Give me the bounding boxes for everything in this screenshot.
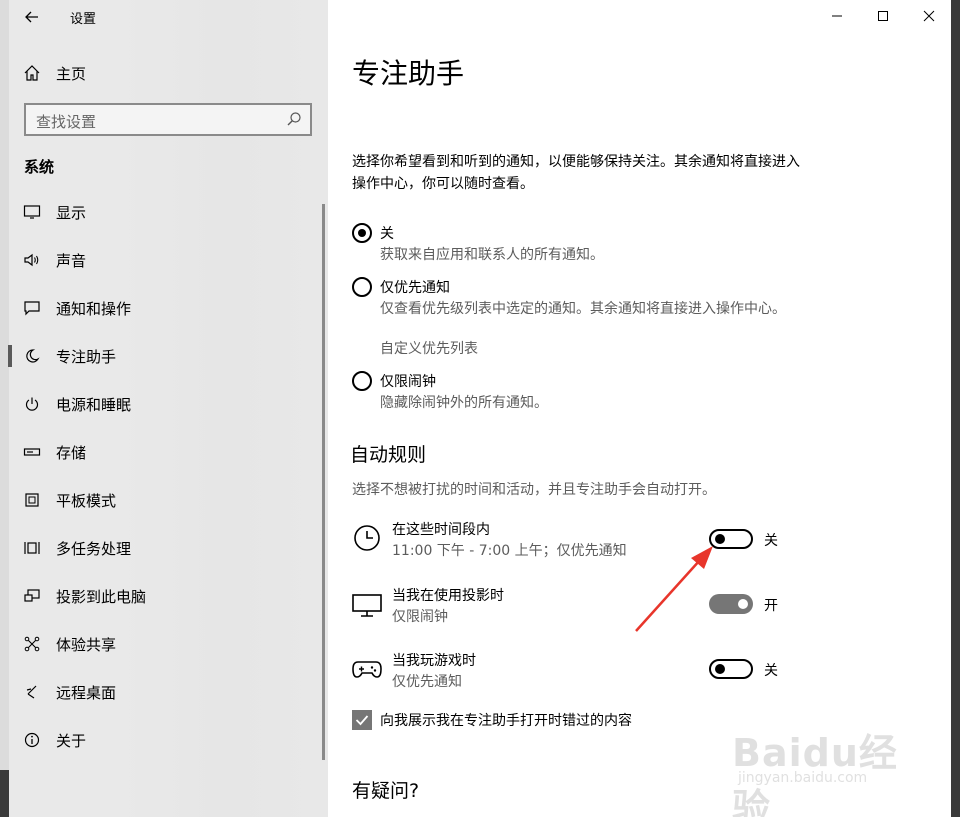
sidebar-item-label: 声音 (56, 252, 87, 270)
tablet-icon (22, 490, 42, 510)
share-icon (22, 634, 42, 654)
sidebar-item-label: 专注助手 (56, 348, 117, 366)
display-icon (22, 202, 42, 222)
window-title: 设置 (70, 12, 97, 27)
close-icon (923, 10, 935, 22)
watermark: Baidu经验 jingyan.baidu.com (732, 712, 912, 817)
gamepad-icon (350, 652, 384, 686)
sidebar-item-multitasking[interactable]: 多任务处理 (0, 528, 328, 568)
radio-circle[interactable] (352, 371, 372, 391)
sidebar-item-remote-desktop[interactable]: 远程桌面 (0, 672, 328, 712)
section-heading: 系统 (24, 158, 55, 176)
rule-gaming-toggle[interactable] (709, 659, 753, 679)
sidebar-item-focus-assist[interactable]: 专注助手 (0, 336, 328, 376)
sidebar-item-shared-experiences[interactable]: 体验共享 (0, 624, 328, 664)
questions-heading: 有疑问? (352, 780, 420, 802)
maximize-icon (878, 11, 888, 21)
window-edge-right (951, 0, 960, 817)
search-icon (286, 111, 304, 129)
notification-icon (22, 298, 42, 318)
checkmark-icon (355, 715, 369, 726)
radio-description: 仅查看优先级列表中选定的通知。其余通知将直接进入操作中心。 (380, 301, 786, 317)
close-button[interactable] (914, 4, 944, 28)
info-icon (22, 730, 42, 750)
rule-subtext: 11:00 下午 - 7:00 上午；仅优先通知 (392, 543, 627, 559)
rule-name: 当我在使用投影时 (392, 588, 504, 604)
remote-icon (22, 682, 42, 702)
radio-label: 关 (380, 226, 394, 242)
toggle-knob (738, 599, 748, 609)
home-icon (22, 63, 42, 83)
sidebar-item-label: 显示 (56, 204, 87, 222)
window-edge-bottom (0, 770, 9, 817)
sidebar-item-notifications[interactable]: 通知和操作 (0, 288, 328, 328)
radio-description: 隐藏除闹钟外的所有通知。 (380, 395, 548, 411)
radio-circle[interactable] (352, 277, 372, 297)
sidebar-item-project[interactable]: 投影到此电脑 (0, 576, 328, 616)
monitor-icon (350, 587, 384, 621)
multitask-icon (22, 538, 42, 558)
rule-subtext: 仅限闹钟 (392, 609, 448, 625)
toggle-knob (715, 534, 725, 544)
checkbox-box[interactable] (352, 710, 372, 730)
sidebar-item-label: 主页 (56, 65, 87, 83)
auto-rules-description: 选择不想被打扰的时间和活动，并且专注助手会自动打开。 (352, 482, 716, 498)
rule-projecting-toggle[interactable] (709, 594, 753, 614)
rule-name: 在这些时间段内 (392, 522, 490, 538)
rule-name: 当我玩游戏时 (392, 653, 476, 669)
sidebar-item-sound[interactable]: 声音 (0, 240, 328, 280)
search-input[interactable]: 查找设置 (24, 103, 312, 136)
rule-subtext: 仅优先通知 (392, 674, 462, 690)
customize-priority-link[interactable]: 自定义优先列表 (380, 339, 800, 359)
minimize-button[interactable] (822, 4, 852, 28)
rule-gaming-state: 关 (764, 663, 778, 679)
page-description: 选择你希望看到和听到的通知，以便能够保持关注。其余通知将直接进入操作中心，你可以… (352, 154, 800, 192)
sidebar-item-tablet[interactable]: 平板模式 (0, 480, 328, 520)
speaker-icon (22, 250, 42, 270)
radio-description: 获取来自应用和联系人的所有通知。 (380, 247, 604, 263)
sidebar-item-label: 电源和睡眠 (56, 396, 132, 414)
project-icon (22, 586, 42, 606)
sidebar-item-storage[interactable]: 存储 (0, 432, 328, 472)
radio-label: 仅优先通知 (380, 280, 450, 296)
sidebar-item-power[interactable]: 电源和睡眠 (0, 384, 328, 424)
checkbox-label: 向我展示我在专注助手打开时错过的内容 (380, 713, 632, 729)
radio-label: 仅限闹钟 (380, 374, 436, 390)
back-button[interactable] (14, 5, 50, 29)
sidebar-item-label: 关于 (56, 732, 87, 750)
clock-icon (350, 521, 384, 555)
sidebar-item-label: 投影到此电脑 (56, 588, 147, 606)
sidebar-item-label: 存储 (56, 444, 87, 462)
sidebar-item-label: 通知和操作 (56, 300, 132, 318)
storage-icon (22, 442, 42, 462)
radio-circle-selected[interactable] (352, 223, 372, 243)
sidebar-item-label: 平板模式 (56, 492, 117, 510)
content-pane: 专注助手 选择你希望看到和听到的通知，以便能够保持关注。其余通知将直接进入操作中… (328, 0, 951, 817)
rule-time-toggle[interactable] (709, 529, 753, 549)
sidebar-item-home[interactable]: 主页 (0, 56, 328, 90)
sidebar-item-label: 体验共享 (56, 636, 117, 654)
sidebar-item-label: 远程桌面 (56, 684, 117, 702)
rule-projecting-state: 开 (764, 598, 778, 614)
toggle-knob (715, 664, 725, 674)
sidebar-scrollbar[interactable] (322, 204, 325, 760)
watermark-url: jingyan.baidu.com (738, 770, 868, 786)
page-title: 专注助手 (352, 57, 465, 90)
sidebar-item-label: 多任务处理 (56, 540, 132, 558)
search-placeholder: 查找设置 (36, 113, 97, 131)
rule-time-state: 关 (764, 533, 778, 549)
maximize-button[interactable] (868, 4, 898, 28)
moon-icon (22, 346, 42, 366)
sidebar-item-display[interactable]: 显示 (0, 192, 328, 232)
navigation-pane: 设置 主页 查找设置 系统 显示 声音 通知和操作 专注助手 电源和睡眠 存储 (0, 0, 328, 817)
sidebar-item-about[interactable]: 关于 (0, 720, 328, 760)
power-icon (22, 394, 42, 414)
minimize-icon (832, 15, 842, 17)
auto-rules-heading: 自动规则 (350, 444, 427, 466)
arrow-left-icon (25, 11, 38, 23)
